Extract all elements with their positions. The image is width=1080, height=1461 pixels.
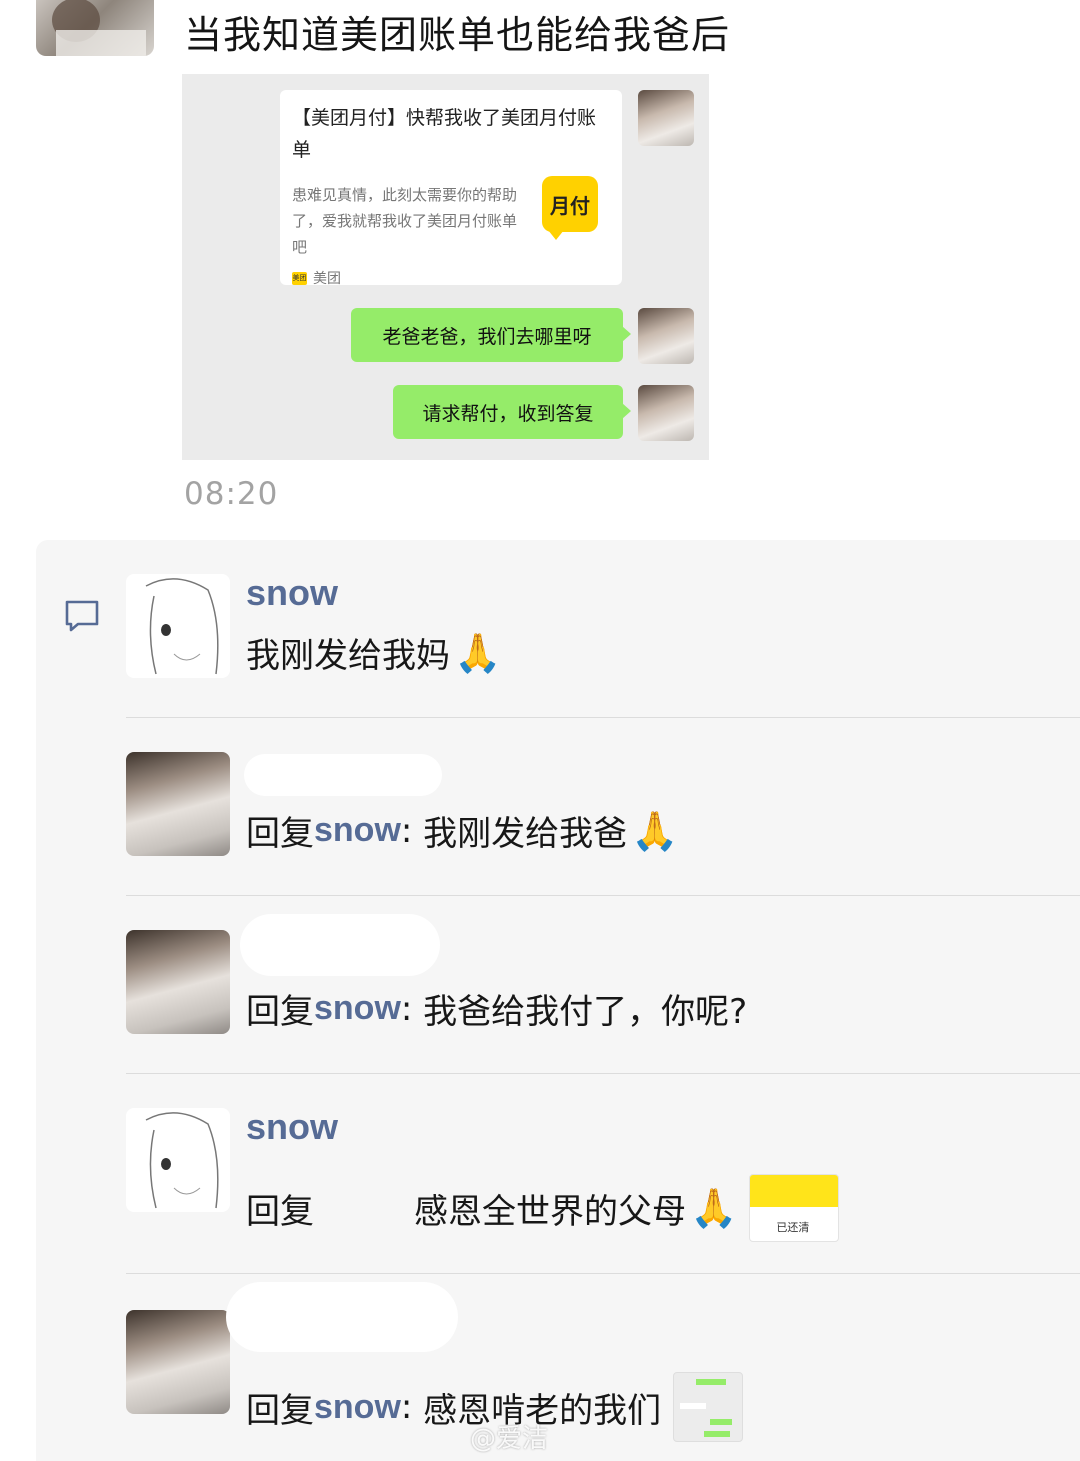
card-source: 美团 美团 (292, 268, 341, 288)
reply-prefix: 回复 (246, 992, 314, 1032)
chat-avatar (638, 90, 694, 146)
comment-item[interactable]: 回复 snow : 我刚发给我爸 🙏 (126, 718, 1080, 896)
comment-text: 回复 snow : 我爸给我付了，你呢? (246, 984, 747, 1033)
comment-item[interactable]: snow 我刚发给我妈 🙏 (126, 540, 1080, 718)
reply-prefix: 回复 (246, 1390, 314, 1431)
comments-panel: snow 我刚发给我妈 🙏 回复 snow : 我刚发给我爸 🙏 回复 snow… (36, 540, 1080, 1461)
meituan-logo-icon: 美团 (292, 271, 307, 285)
reply-separator: : (400, 1387, 424, 1427)
comment-item[interactable]: 回复 snow : 感恩啃老的我们 (126, 1274, 1080, 1461)
reply-prefix: 回复 (246, 814, 314, 854)
comment-image-thumbnail[interactable]: 已还清 (749, 1174, 840, 1242)
reply-separator: : (400, 810, 424, 851)
comment-body: 我爸给我付了，你呢? (423, 992, 748, 1032)
folded-hands-icon: 🙏 (690, 1186, 738, 1230)
reply-to-name[interactable]: snow (314, 811, 401, 850)
post-title: 当我知道美团账单也能给我爸后 (184, 13, 731, 57)
poster-avatar[interactable] (36, 0, 154, 56)
comment-icon (65, 600, 99, 632)
folded-hands-icon: 🙏 (631, 808, 679, 853)
card-title: 【美团月付】快帮我收了美团月付账单 (292, 107, 597, 161)
comment-body: 我刚发给我爸 (423, 814, 628, 854)
commenter-avatar[interactable] (126, 1310, 230, 1414)
comment-item[interactable]: 回复 snow : 我爸给我付了，你呢? (126, 896, 1080, 1074)
chat-avatar (638, 308, 694, 364)
redacted-name (244, 754, 442, 796)
folded-hands-icon: 🙏 (454, 630, 502, 675)
comment-item[interactable]: snow 回复 感恩全世界的父母 🙏 已还清 (126, 1074, 1080, 1274)
comment-body: 感恩全世界的父母 (414, 1191, 686, 1232)
commenter-avatar[interactable] (126, 752, 230, 856)
thumbnail-label: 已还清 (776, 1221, 810, 1234)
card-source-label: 美团 (313, 271, 341, 287)
commenter-avatar[interactable] (126, 930, 230, 1034)
redacted-name (226, 1282, 458, 1352)
commenter-name[interactable]: snow (246, 1106, 338, 1148)
moments-post-page: 当我知道美团账单也能给我爸后 【美团月付】快帮我收了美团月付账单 患难见真情，此… (0, 0, 1080, 1461)
comment-body: 我刚发给我妈 (246, 636, 450, 676)
chat-bubble: 请求帮付，收到答复 (393, 385, 631, 439)
post-image-chat-screenshot[interactable]: 【美团月付】快帮我收了美团月付账单 患难见真情，此刻太需要你的帮助了，爱我就帮我… (182, 74, 709, 460)
chat-bubble: 老爸老爸，我们去哪里呀 (351, 308, 631, 362)
reply-to-name[interactable]: snow (314, 989, 401, 1028)
comment-text: 我刚发给我妈 🙏 (246, 628, 501, 677)
commenter-avatar[interactable] (126, 574, 230, 678)
chat-avatar (638, 385, 694, 441)
comment-text: 回复 感恩全世界的父母 🙏 已还清 (246, 1174, 840, 1242)
reply-to-name[interactable]: snow (314, 1388, 401, 1427)
post-timestamp: 08:20 (184, 476, 279, 512)
meituan-pay-card: 【美团月付】快帮我收了美团月付账单 患难见真情，此刻太需要你的帮助了，爱我就帮我… (280, 90, 622, 288)
commenter-name[interactable]: snow (246, 572, 338, 614)
commenter-avatar[interactable] (126, 1108, 230, 1212)
reply-separator: : (400, 988, 424, 1029)
comment-text: 回复 snow : 我刚发给我爸 🙏 (246, 806, 679, 855)
comment-image-thumbnail[interactable] (673, 1372, 744, 1442)
redacted-name (240, 914, 440, 976)
monthly-pay-badge: 月付 (542, 176, 598, 240)
card-description: 患难见真情，此刻太需要你的帮助了，爱我就帮我收了美团月付账单吧 (292, 186, 518, 256)
reply-prefix: 回复 (246, 1191, 314, 1232)
weibo-watermark: @爱洁 (470, 1424, 549, 1454)
